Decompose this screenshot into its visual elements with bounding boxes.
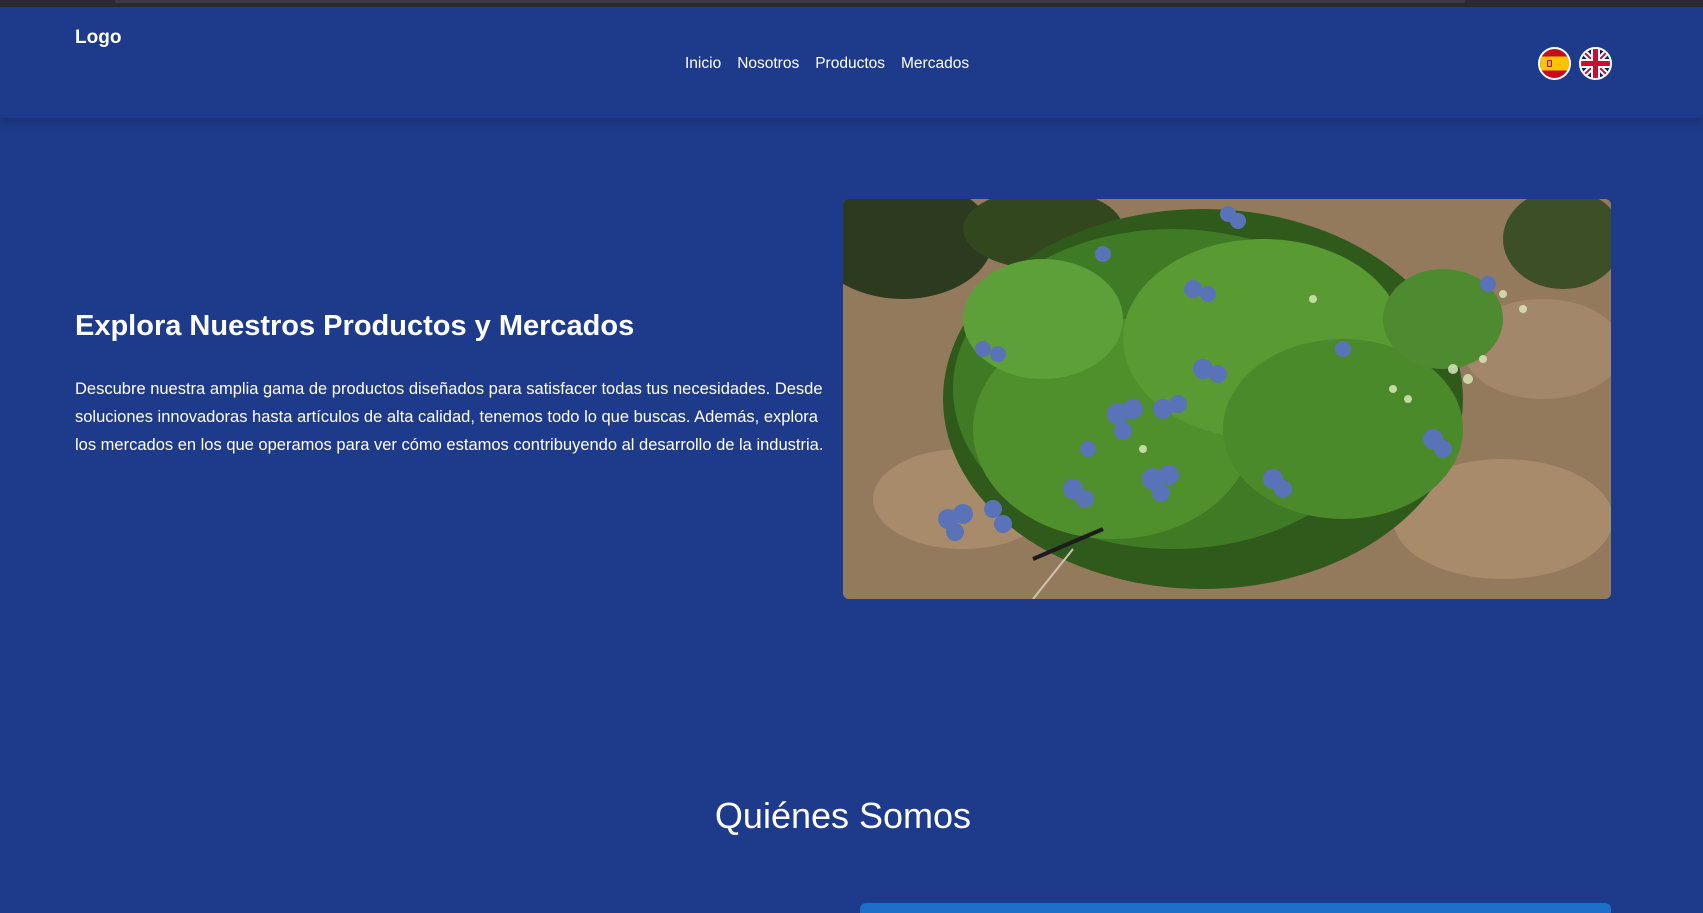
nav-item-nosotros[interactable]: Nosotros [737,55,799,73]
language-switcher [1538,47,1612,80]
site-header: Logo Inicio Nosotros Productos Mercados [0,7,1703,118]
hero-description: Descubre nuestra amplia gama de producto… [75,380,824,454]
uk-flag-icon[interactable] [1579,47,1612,80]
spain-flag-icon[interactable] [1538,47,1571,80]
browser-top-strip [0,0,1703,7]
about-card [860,903,1611,913]
nav-item-mercados[interactable]: Mercados [901,55,969,73]
browser-tab-bar [115,0,1465,3]
site-logo[interactable]: Logo [75,27,121,49]
nav-item-productos[interactable]: Productos [815,55,885,73]
blueberry-bush-image [843,199,1611,599]
main-nav: Inicio Nosotros Productos Mercados [685,55,969,73]
about-section-title: Quiénes Somos [714,795,972,836]
nav-item-inicio[interactable]: Inicio [685,55,721,73]
hero-title: Explora Nuestros Productos y Mercados [75,310,635,342]
